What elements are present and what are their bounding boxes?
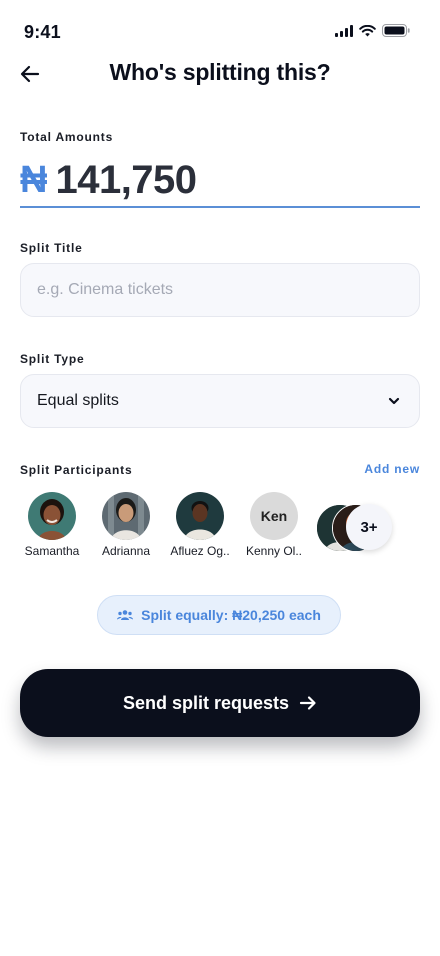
split-summary-badge: Split equally: ₦20,250 each — [97, 595, 341, 635]
participant-name: Kenny Ol.. — [245, 544, 303, 558]
currency-symbol: ₦ — [20, 158, 48, 201]
split-type-value: Equal splits — [37, 392, 119, 409]
split-type-select[interactable]: Equal splits — [20, 374, 420, 428]
participant-samantha[interactable]: Samantha — [20, 492, 84, 558]
page-title: Who's splitting this? — [109, 59, 331, 85]
participants-label: Split Participants — [20, 463, 133, 477]
status-bar: 9:41 — [0, 0, 440, 56]
avatar — [176, 492, 224, 540]
split-title-label: Split Title — [20, 241, 83, 255]
chevron-down-icon — [388, 397, 400, 405]
total-amount-value: 141,750 — [55, 157, 197, 202]
avatar — [28, 492, 76, 540]
split-type-label: Split Type — [20, 352, 85, 366]
participant-name: Samantha — [24, 544, 80, 558]
split-summary-text: Split equally: ₦20,250 each — [141, 607, 321, 623]
status-icons — [335, 24, 410, 37]
total-amount-field[interactable]: ₦ 141,750 — [20, 154, 420, 208]
participant-adrianna[interactable]: Adrianna — [94, 492, 158, 558]
participant-kenny[interactable]: Ken Kenny Ol.. — [242, 492, 306, 558]
send-button-label: Send split requests — [122, 692, 290, 713]
total-amount-label: Total Amounts — [20, 130, 114, 144]
more-participants-button[interactable]: 3+ — [316, 504, 396, 552]
more-count-badge: 3+ — [346, 504, 392, 550]
signal-icon — [335, 24, 353, 37]
battery-icon — [382, 24, 410, 37]
participant-name: Adrianna — [101, 544, 151, 558]
split-title-input[interactable] — [21, 264, 419, 316]
split-title-field — [20, 263, 420, 317]
people-icon — [117, 610, 134, 620]
status-time: 9:41 — [24, 22, 61, 42]
send-split-requests-button[interactable]: Send split requests — [20, 669, 420, 737]
top-bar: Who's splitting this? — [0, 56, 440, 92]
avatar — [102, 492, 150, 540]
arrow-right-icon — [299, 696, 316, 710]
avatar-initials: Ken — [250, 492, 298, 540]
participant-name: Afluez Og.. — [170, 544, 230, 558]
participant-afluez[interactable]: Afluez Og.. — [168, 492, 232, 558]
wifi-icon — [359, 24, 376, 36]
add-new-participant-link[interactable]: Add new — [364, 462, 420, 476]
participants-list: Samantha Adrianna Afluez Og.. Ken Kenny … — [20, 492, 420, 562]
